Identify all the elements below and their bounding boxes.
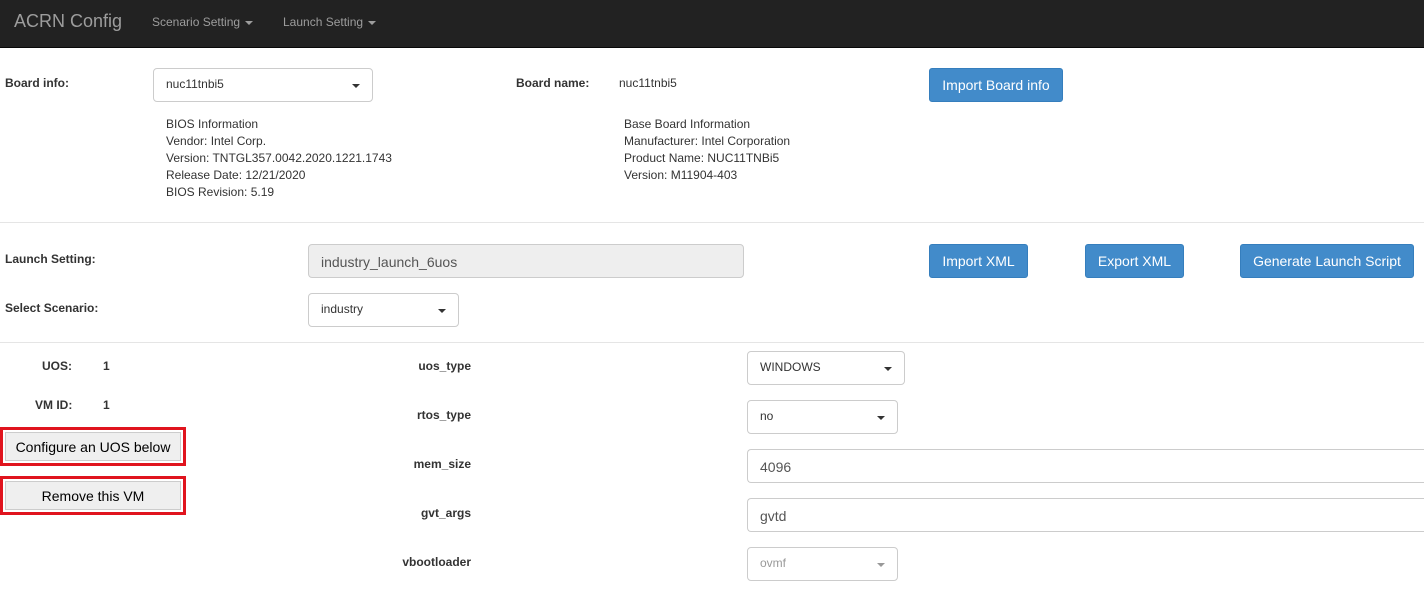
uos-label: UOS: bbox=[42, 359, 72, 373]
baseboard-line: Product Name: NUC11TNBi5 bbox=[624, 151, 780, 165]
export-xml-button[interactable]: Export XML bbox=[1085, 244, 1184, 278]
caret-down-icon bbox=[245, 20, 254, 25]
vbootloader-select[interactable]: ovmf bbox=[747, 547, 898, 581]
divider bbox=[0, 342, 1424, 343]
vbootloader-label: vbootloader bbox=[402, 555, 471, 569]
board-name-label: Board name: bbox=[516, 76, 590, 90]
baseboard-line: Version: M11904-403 bbox=[624, 168, 738, 182]
scenario-select[interactable]: industry bbox=[308, 293, 459, 327]
launch-setting-input[interactable]: industry_launch_6uos bbox=[308, 244, 744, 278]
rtos-type-label: rtos_type bbox=[416, 408, 471, 422]
chevron-down-icon bbox=[877, 416, 885, 420]
mem-size-label: mem_size bbox=[413, 457, 471, 471]
board-info-select[interactable]: nuc11tnbi5 bbox=[153, 68, 373, 102]
chevron-down-icon bbox=[438, 309, 446, 313]
nav-scenario-setting[interactable]: Scenario Setting bbox=[152, 15, 254, 29]
board-info-value: nuc11tnbi5 bbox=[166, 77, 224, 91]
bios-line: BIOS Information bbox=[166, 117, 259, 131]
scenario-value: industry bbox=[321, 302, 364, 316]
caret-down-icon bbox=[368, 20, 377, 25]
bios-line: Release Date: 12/21/2020 bbox=[166, 168, 306, 182]
nav-scenario-label: Scenario Setting bbox=[152, 15, 241, 29]
generate-launch-script-button[interactable]: Generate Launch Script bbox=[1240, 244, 1414, 278]
uos-type-select[interactable]: WINDOWS bbox=[747, 351, 905, 385]
bios-line: Vendor: Intel Corp. bbox=[166, 134, 267, 148]
board-info-label: Board info: bbox=[5, 76, 69, 90]
navbar: ACRN Config Scenario Setting Launch Sett… bbox=[0, 0, 1424, 48]
bios-information: BIOS Information Vendor: Intel Corp. Ver… bbox=[166, 116, 392, 201]
nav-launch-label: Launch Setting bbox=[283, 15, 364, 29]
bios-line: BIOS Revision: 5.19 bbox=[166, 185, 275, 199]
remove-vm-highlight: Remove this VM bbox=[0, 476, 186, 515]
uos-type-label: uos_type bbox=[418, 359, 471, 373]
baseboard-line: Base Board Information bbox=[624, 117, 751, 131]
vm-id-value: 1 bbox=[103, 398, 110, 412]
uos-type-value: WINDOWS bbox=[760, 360, 821, 374]
select-scenario-label: Select Scenario: bbox=[5, 301, 99, 315]
vm-id-label: VM ID: bbox=[35, 398, 73, 412]
configure-uos-button[interactable]: Configure an UOS below bbox=[5, 432, 181, 461]
remove-vm-button[interactable]: Remove this VM bbox=[5, 481, 181, 510]
import-board-info-button[interactable]: Import Board info bbox=[929, 68, 1063, 102]
divider bbox=[0, 222, 1424, 223]
nav-launch-setting[interactable]: Launch Setting bbox=[283, 15, 377, 29]
chevron-down-icon bbox=[352, 84, 360, 88]
baseboard-information: Base Board Information Manufacturer: Int… bbox=[624, 116, 790, 184]
baseboard-line: Manufacturer: Intel Corporation bbox=[624, 134, 791, 148]
rtos-type-select[interactable]: no bbox=[747, 400, 898, 434]
chevron-down-icon bbox=[884, 367, 892, 371]
brand[interactable]: ACRN Config bbox=[14, 11, 122, 32]
uos-value: 1 bbox=[103, 359, 110, 373]
bios-line: Version: TNTGL357.0042.2020.1221.1743 bbox=[166, 151, 392, 165]
import-xml-button[interactable]: Import XML bbox=[929, 244, 1028, 278]
gvt-args-input[interactable]: gvtd bbox=[747, 498, 1424, 532]
board-name-value: nuc11tnbi5 bbox=[619, 76, 677, 90]
configure-uos-highlight: Configure an UOS below bbox=[0, 427, 186, 466]
launch-setting-label: Launch Setting: bbox=[5, 252, 96, 266]
vbootloader-value: ovmf bbox=[760, 556, 787, 570]
mem-size-input[interactable]: 4096 bbox=[747, 449, 1424, 483]
gvt-args-label: gvt_args bbox=[420, 506, 471, 520]
rtos-type-value: no bbox=[760, 409, 774, 423]
chevron-down-icon bbox=[877, 563, 885, 567]
